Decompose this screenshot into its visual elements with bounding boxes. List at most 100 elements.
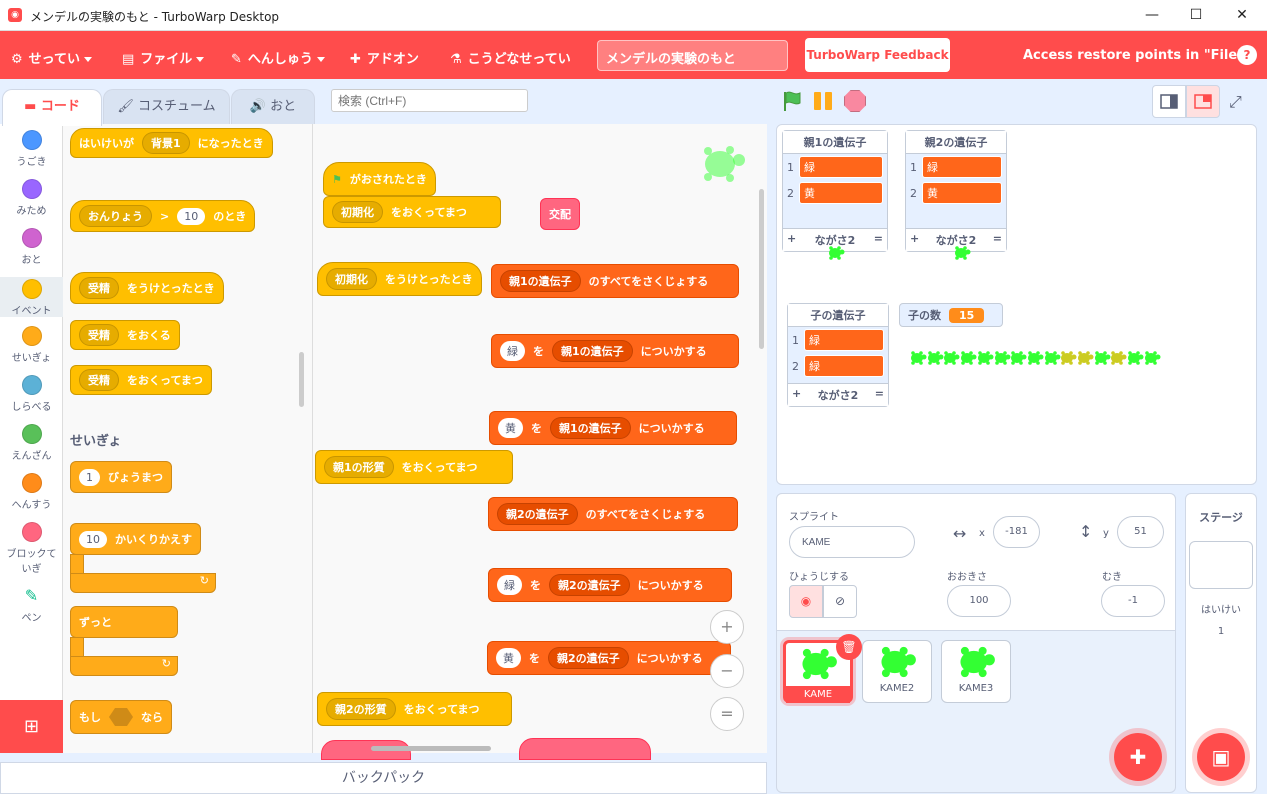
message-dropdown[interactable]: 初期化: [332, 201, 383, 223]
add-to-list-block[interactable]: 緑を親1の遺伝子 についかする: [491, 334, 739, 368]
close-button[interactable]: ✕: [1219, 0, 1265, 31]
item-value[interactable]: 緑: [804, 329, 884, 351]
broadcast-parent2-block[interactable]: 親2の形質 をおくってまつ: [317, 692, 512, 726]
zoom-out-icon[interactable]: −: [710, 654, 744, 688]
stage-canvas[interactable]: 親1の遺伝子 1緑 2黄 + ながさ2 = 親2の遺伝子 1緑 2黄 + ながさ2 = …: [776, 124, 1257, 485]
fullscreen-icon[interactable]: ⤢: [1229, 92, 1242, 112]
search-input[interactable]: [331, 89, 528, 112]
when-backdrop-switches-block[interactable]: はいけいが 背景1 になったとき: [70, 128, 273, 158]
palette-scrollbar[interactable]: [299, 352, 304, 407]
value-input[interactable]: 10: [177, 207, 206, 225]
repeat-block[interactable]: 10 かいくりかえす: [70, 523, 201, 555]
item-value[interactable]: 黄: [922, 182, 1002, 204]
tab-sounds[interactable]: 🔊 おと: [231, 89, 315, 125]
resize-handle[interactable]: =: [874, 232, 883, 248]
workspace-vscrollbar[interactable]: [759, 189, 764, 349]
value-input[interactable]: 緑: [497, 575, 522, 595]
list-dropdown[interactable]: 親2の遺伝子: [548, 647, 629, 669]
add-extension-button[interactable]: ⊞: [0, 700, 63, 753]
menu-addons[interactable]: ✚ アドオン: [350, 48, 419, 67]
zoom-in-icon[interactable]: +: [710, 610, 744, 644]
menu-advanced[interactable]: ⚗ こうどなせってい: [450, 48, 571, 67]
message-dropdown[interactable]: 受精: [79, 324, 119, 346]
green-flag-icon[interactable]: [781, 90, 803, 112]
tab-code[interactable]: ▬ コード: [2, 89, 102, 126]
when-loudness-block[interactable]: おんりょう >10 のとき: [70, 200, 256, 232]
workspace-hscrollbar[interactable]: [371, 746, 491, 751]
list-dropdown[interactable]: 親2の遺伝子: [549, 574, 630, 596]
x-input[interactable]: -181: [993, 516, 1040, 548]
category-6[interactable]: えんざん: [0, 424, 63, 462]
category-0[interactable]: うごき: [0, 130, 63, 168]
show-eye-icon[interactable]: ◉: [789, 585, 823, 618]
when-receive-block[interactable]: 受精 をうけとったとき: [70, 272, 224, 304]
sprite-tile[interactable]: KAME3: [941, 640, 1011, 703]
sensor-dropdown[interactable]: おんりょう: [79, 205, 152, 227]
message-dropdown[interactable]: 初期化: [326, 268, 377, 290]
item-value[interactable]: 黄: [799, 182, 883, 204]
list-dropdown[interactable]: 親1の遺伝子: [552, 340, 633, 362]
value-input[interactable]: 黄: [498, 418, 523, 438]
y-input[interactable]: 51: [1117, 516, 1164, 548]
list-dropdown[interactable]: 親1の遺伝子: [500, 270, 581, 292]
wait-block[interactable]: 1 びょうまつ: [70, 461, 172, 493]
broadcast-block[interactable]: 受精 をおくる: [70, 320, 180, 350]
category-8[interactable]: ブロックて いぎ: [0, 522, 63, 575]
broadcast-and-wait-block[interactable]: 受精 をおくってまつ: [70, 365, 212, 395]
sprite-tile[interactable]: KAME2: [862, 640, 932, 703]
category-4[interactable]: せいぎょ: [0, 326, 63, 364]
small-stage-button[interactable]: [1152, 85, 1186, 118]
tab-costumes[interactable]: 🖌 コスチューム: [103, 89, 230, 125]
pause-icon[interactable]: [812, 91, 834, 111]
item-value[interactable]: 緑: [922, 156, 1002, 178]
value-input[interactable]: 黄: [496, 648, 521, 668]
add-to-list-block[interactable]: 黄を親2の遺伝子 についかする: [487, 641, 731, 675]
message-dropdown[interactable]: 受精: [79, 277, 119, 299]
message-dropdown[interactable]: 親2の形質: [326, 698, 396, 720]
stage-thumbnail[interactable]: [1189, 541, 1253, 589]
if-block[interactable]: もし なら: [70, 700, 172, 734]
item-value[interactable]: 緑: [799, 156, 883, 178]
maximize-button[interactable]: ☐: [1173, 0, 1219, 31]
category-2[interactable]: おと: [0, 228, 63, 266]
delete-all-list-block[interactable]: 親1の遺伝子 のすべてをさくじょする: [491, 264, 739, 298]
backdrop-dropdown[interactable]: 背景1: [142, 132, 190, 154]
value-input[interactable]: 緑: [500, 341, 525, 361]
add-backdrop-button[interactable]: ▣: [1197, 733, 1245, 781]
add-sprite-button[interactable]: ✚: [1114, 733, 1162, 781]
category-1[interactable]: みため: [0, 179, 63, 217]
resize-handle[interactable]: =: [875, 387, 884, 403]
delete-all-list-block[interactable]: 親2の遺伝子 のすべてをさくじょする: [488, 497, 738, 531]
menu-settings[interactable]: ⚙ せってい: [11, 48, 93, 67]
stop-icon[interactable]: [844, 90, 866, 112]
add-to-list-block[interactable]: 黄を親1の遺伝子 についかする: [489, 411, 737, 445]
backpack[interactable]: バックパック: [0, 762, 767, 794]
when-receive-init-block[interactable]: 初期化 をうけとったとき: [317, 262, 482, 296]
broadcast-parent1-block[interactable]: 親1の形質 をおくってまつ: [315, 450, 513, 484]
when-flag-clicked-block[interactable]: ⚑ がおされたとき: [323, 162, 436, 196]
add-to-list-block[interactable]: 緑を親2の遺伝子 についかする: [488, 568, 732, 602]
large-stage-button[interactable]: [1186, 85, 1220, 118]
custom-block-define[interactable]: [519, 738, 651, 760]
message-dropdown[interactable]: 親1の形質: [324, 456, 394, 478]
menu-file[interactable]: ▤ ファイル: [122, 48, 205, 67]
list-dropdown[interactable]: 親2の遺伝子: [497, 503, 578, 525]
direction-input[interactable]: -1: [1101, 585, 1165, 617]
category-7[interactable]: へんすう: [0, 473, 63, 511]
category-3[interactable]: イベント: [0, 277, 63, 317]
sprite-name-input[interactable]: [789, 526, 915, 558]
trash-icon[interactable]: 🗑: [836, 634, 862, 660]
broadcast-init-block[interactable]: 初期化 をおくってまつ: [323, 196, 501, 228]
category-5[interactable]: しらべる: [0, 375, 63, 413]
custom-block-cross[interactable]: 交配: [540, 198, 580, 230]
size-input[interactable]: 100: [947, 585, 1011, 617]
help-icon[interactable]: ?: [1237, 45, 1257, 65]
add-item-button[interactable]: +: [910, 232, 919, 248]
add-item-button[interactable]: +: [792, 387, 801, 403]
value-input[interactable]: 1: [79, 468, 100, 486]
minimize-button[interactable]: —: [1129, 0, 1175, 31]
zoom-reset-icon[interactable]: =: [710, 697, 744, 731]
value-input[interactable]: 10: [79, 530, 107, 548]
project-title-input[interactable]: メンデルの実験のもと: [597, 40, 788, 71]
category-9[interactable]: ✎ ペン: [0, 586, 63, 624]
